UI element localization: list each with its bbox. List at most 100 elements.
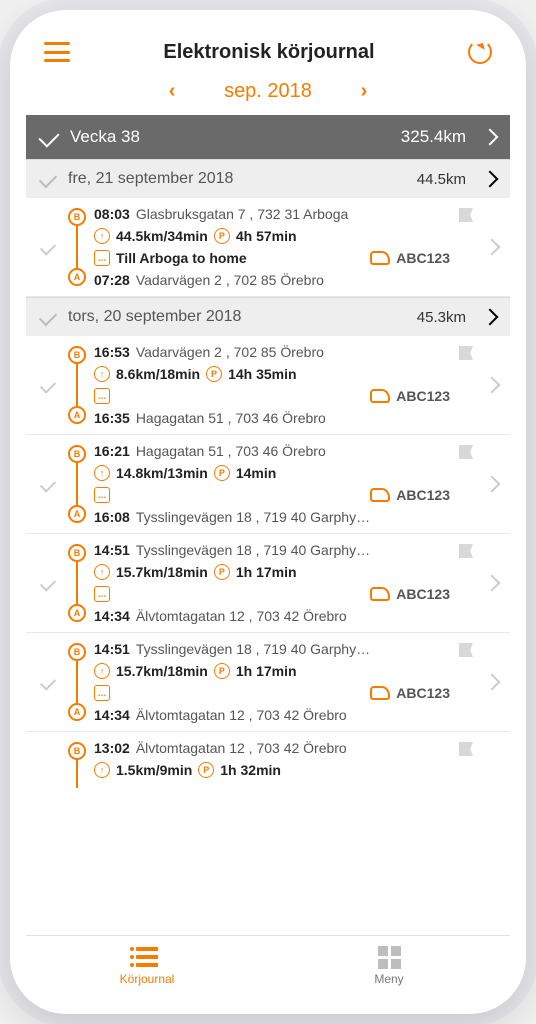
- trip-row[interactable]: BA 16:53Vadarvägen 2 , 702 85 Örebro ↑8.…: [26, 336, 510, 435]
- note-icon: …: [94, 388, 110, 404]
- parking-icon: P: [214, 228, 230, 244]
- route-icon: BA: [66, 641, 88, 723]
- end-address: Älvtomtagatan 12 , 703 42 Örebro: [136, 740, 450, 756]
- odometer-icon: ↑: [94, 465, 110, 481]
- trip-row[interactable]: BA 08:03 Glasbruksgatan 7 , 732 31 Arbog…: [26, 198, 510, 297]
- vehicle-plate: ABC123: [396, 685, 450, 701]
- note-icon: …: [94, 487, 110, 503]
- menu-icon[interactable]: [44, 42, 70, 62]
- flag-icon: [459, 346, 473, 360]
- chevron-right-icon: [484, 476, 501, 493]
- day-label: fre, 21 september 2018: [68, 170, 405, 188]
- odometer-icon: ↑: [94, 564, 110, 580]
- chevron-right-icon: [484, 377, 501, 394]
- refresh-icon[interactable]: [468, 40, 492, 64]
- vehicle-plate: ABC123: [396, 388, 450, 404]
- odometer-icon: ↑: [94, 762, 110, 778]
- trip-distance: 1.5km/9min: [116, 762, 192, 778]
- end-address: Tysslingevägen 18 , 719 40 Garphy…: [136, 641, 450, 657]
- trip-row[interactable]: BA 14:51 Tysslingevägen 18 , 719 40 Garph…: [26, 633, 510, 732]
- parking-icon: P: [198, 762, 214, 778]
- route-icon: B: [66, 740, 88, 778]
- phone-frame: Elektronisk körjournal ‹ sep. 2018 › Vec…: [10, 10, 526, 1014]
- check-icon: [40, 575, 56, 591]
- start-time: 16:08: [94, 509, 130, 525]
- next-month-button[interactable]: ›: [352, 80, 376, 103]
- end-time: 13:02: [94, 740, 130, 756]
- header: Elektronisk körjournal: [26, 26, 510, 74]
- tab-label: Meny: [374, 972, 403, 986]
- screen: Elektronisk körjournal ‹ sep. 2018 › Vec…: [26, 26, 510, 998]
- flag-icon: [459, 445, 473, 459]
- end-address: Tysslingevägen 18 , 719 40 Garphy…: [136, 542, 450, 558]
- trip-distance: 44.5km/34min: [116, 228, 208, 244]
- check-icon: [40, 674, 56, 690]
- day-row[interactable]: tors, 20 september 2018 45.3km: [26, 297, 510, 336]
- end-time: 14:51: [94, 542, 130, 558]
- end-time: 08:03: [94, 206, 130, 222]
- end-address: Vadarvägen 2 , 702 85 Örebro: [136, 344, 450, 360]
- trip-distance: 15.7km/18min: [116, 564, 208, 580]
- note-icon: …: [94, 250, 110, 266]
- page-title: Elektronisk körjournal: [163, 41, 374, 64]
- chevron-right-icon: [484, 239, 501, 256]
- vehicle-plate: ABC123: [396, 250, 450, 266]
- trip-row[interactable]: B 13:02Älvtomtagatan 12 , 703 42 Örebro …: [26, 732, 510, 786]
- tab-journal[interactable]: Körjournal: [26, 936, 268, 998]
- prev-month-button[interactable]: ‹: [160, 80, 184, 103]
- odometer-icon: ↑: [94, 663, 110, 679]
- parking-icon: P: [214, 564, 230, 580]
- day-distance: 44.5km: [417, 171, 466, 188]
- end-address: Hagagatan 51 , 703 46 Örebro: [136, 443, 450, 459]
- month-picker: ‹ sep. 2018 ›: [26, 74, 510, 115]
- chevron-right-icon: [482, 309, 499, 326]
- odometer-icon: ↑: [94, 366, 110, 382]
- parking-icon: P: [214, 663, 230, 679]
- car-icon: [370, 251, 390, 265]
- day-label: tors, 20 september 2018: [68, 308, 405, 326]
- parking-icon: P: [214, 465, 230, 481]
- park-duration: 1h 32min: [220, 762, 281, 778]
- route-icon: BA: [66, 443, 88, 525]
- end-address: Glasbruksgatan 7 , 732 31 Arboga: [136, 206, 450, 222]
- car-icon: [370, 686, 390, 700]
- check-icon: [40, 239, 56, 255]
- route-icon: BA: [66, 344, 88, 426]
- trip-distance: 8.6km/18min: [116, 366, 200, 382]
- end-time: 14:51: [94, 641, 130, 657]
- flag-icon: [459, 643, 473, 657]
- route-icon: BA: [66, 206, 88, 288]
- park-duration: 1h 17min: [236, 663, 297, 679]
- list-icon: [134, 946, 160, 968]
- check-icon: [40, 476, 56, 492]
- week-distance: 325.4km: [401, 127, 466, 147]
- park-duration: 14min: [236, 465, 276, 481]
- end-time: 16:21: [94, 443, 130, 459]
- chevron-right-icon: [482, 129, 499, 146]
- trip-distance: 15.7km/18min: [116, 663, 208, 679]
- start-address: Hagagatan 51 , 703 46 Örebro: [136, 410, 450, 426]
- park-duration: 14h 35min: [228, 366, 296, 382]
- vehicle-plate: ABC123: [396, 586, 450, 602]
- vehicle-plate: ABC123: [396, 487, 450, 503]
- day-row[interactable]: fre, 21 september 2018 44.5km: [26, 159, 510, 198]
- week-label: Vecka 38: [70, 127, 389, 147]
- chevron-right-icon: [484, 575, 501, 592]
- week-row[interactable]: Vecka 38 325.4km: [26, 115, 510, 159]
- odometer-icon: ↑: [94, 228, 110, 244]
- start-address: Vadarvägen 2 , 702 85 Örebro: [136, 272, 450, 288]
- car-icon: [370, 389, 390, 403]
- day-distance: 45.3km: [417, 309, 466, 326]
- check-icon: [38, 126, 59, 147]
- tab-menu[interactable]: Meny: [268, 936, 510, 998]
- trip-row[interactable]: BA 14:51 Tysslingevägen 18 , 719 40 Garph…: [26, 534, 510, 633]
- park-duration: 1h 17min: [236, 564, 297, 580]
- route-icon: BA: [66, 542, 88, 624]
- month-label[interactable]: sep. 2018: [224, 80, 312, 103]
- check-icon: [40, 377, 56, 393]
- note-icon: …: [94, 685, 110, 701]
- flag-icon: [459, 208, 473, 222]
- trip-row[interactable]: BA 16:21 Hagagatan 51 , 703 46 Örebro ↑ 14…: [26, 435, 510, 534]
- park-duration: 4h 57min: [236, 228, 297, 244]
- start-address: Älvtomtagatan 12 , 703 42 Örebro: [136, 608, 450, 624]
